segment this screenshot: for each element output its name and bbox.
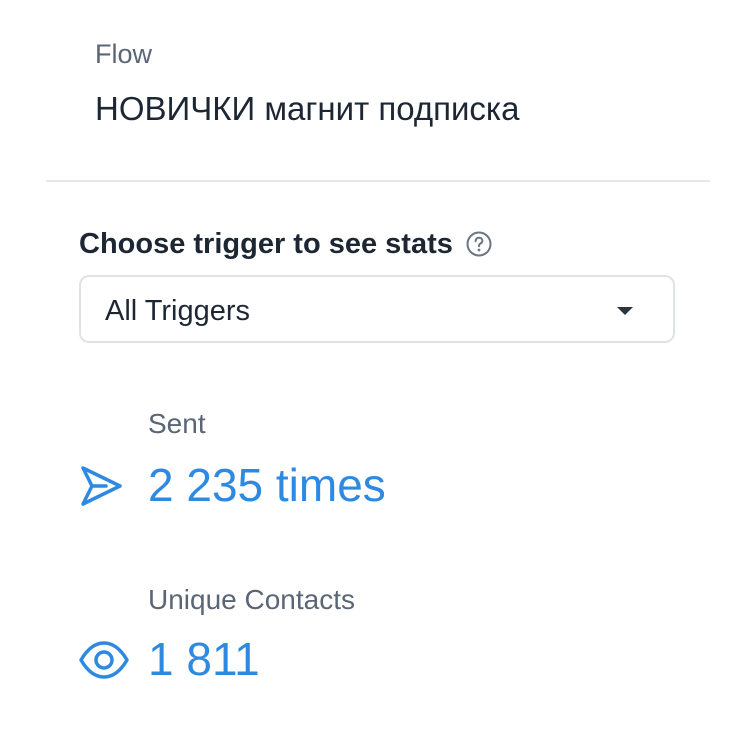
sent-value: 2 235 times [148, 459, 386, 511]
trigger-heading: Choose trigger to see stats [79, 224, 492, 264]
section-divider [46, 180, 710, 182]
question-circle-icon[interactable] [466, 231, 492, 257]
trigger-select-value: All Triggers [105, 295, 251, 327]
flow-name: НОВИЧКИ магнит подписка [95, 90, 520, 127]
flow-label: Flow [95, 39, 153, 69]
trigger-heading-text: Choose trigger to see stats [79, 227, 453, 260]
sent-label: Sent [148, 408, 206, 439]
caret-down-icon [617, 307, 633, 315]
trigger-select[interactable]: All Triggers [79, 275, 675, 343]
eye-icon [79, 641, 129, 679]
send-icon [81, 466, 122, 506]
unique-contacts-value: 1 811 [148, 633, 260, 685]
unique-contacts-label: Unique Contacts [148, 584, 356, 615]
